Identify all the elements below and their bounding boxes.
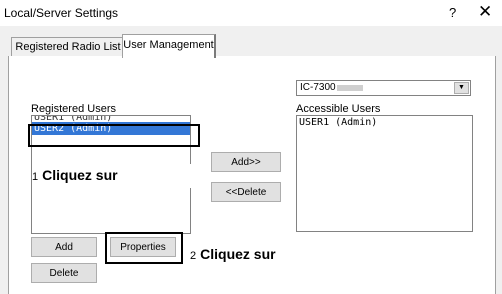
- tab-registered-radio-list[interactable]: Registered Radio List: [11, 37, 125, 57]
- tab-label: User Management: [123, 39, 214, 51]
- highlight-box-properties: [105, 232, 183, 264]
- add-to-accessible-button[interactable]: Add>>: [211, 152, 281, 172]
- add-user-button[interactable]: Add: [31, 237, 97, 257]
- tab-user-management[interactable]: User Management: [122, 34, 216, 58]
- registered-users-label: Registered Users: [31, 103, 116, 115]
- callout-text: Cliquez sur: [200, 246, 276, 262]
- callout-step-1: 1 Cliquez sur: [32, 164, 204, 188]
- delete-user-button[interactable]: Delete: [31, 263, 97, 283]
- radio-select-value: IC-7300: [300, 82, 336, 93]
- help-button[interactable]: ?: [449, 5, 456, 20]
- window-title: Local/Server Settings: [4, 6, 119, 20]
- chevron-down-icon[interactable]: ▼: [454, 82, 469, 94]
- title-bar: Local/Server Settings ? ✕: [0, 0, 502, 26]
- tab-label: Registered Radio List: [15, 41, 121, 53]
- callout-text: Cliquez sur: [42, 167, 118, 183]
- accessible-users-list[interactable]: USER1 (Admin): [296, 115, 473, 232]
- callout-number: 1: [32, 171, 39, 183]
- radio-select[interactable]: IC-7300 ▼: [296, 80, 471, 96]
- redacted-serial: [337, 85, 363, 91]
- callout-number: 2: [190, 250, 197, 262]
- list-item[interactable]: USER1 (Admin): [297, 116, 472, 129]
- callout-step-2: 2 Cliquez sur: [190, 243, 302, 267]
- delete-from-accessible-button[interactable]: <<Delete: [211, 182, 281, 202]
- close-button[interactable]: ✕: [478, 2, 492, 22]
- highlight-box-users: [28, 124, 200, 147]
- accessible-users-label: Accessible Users: [296, 103, 381, 115]
